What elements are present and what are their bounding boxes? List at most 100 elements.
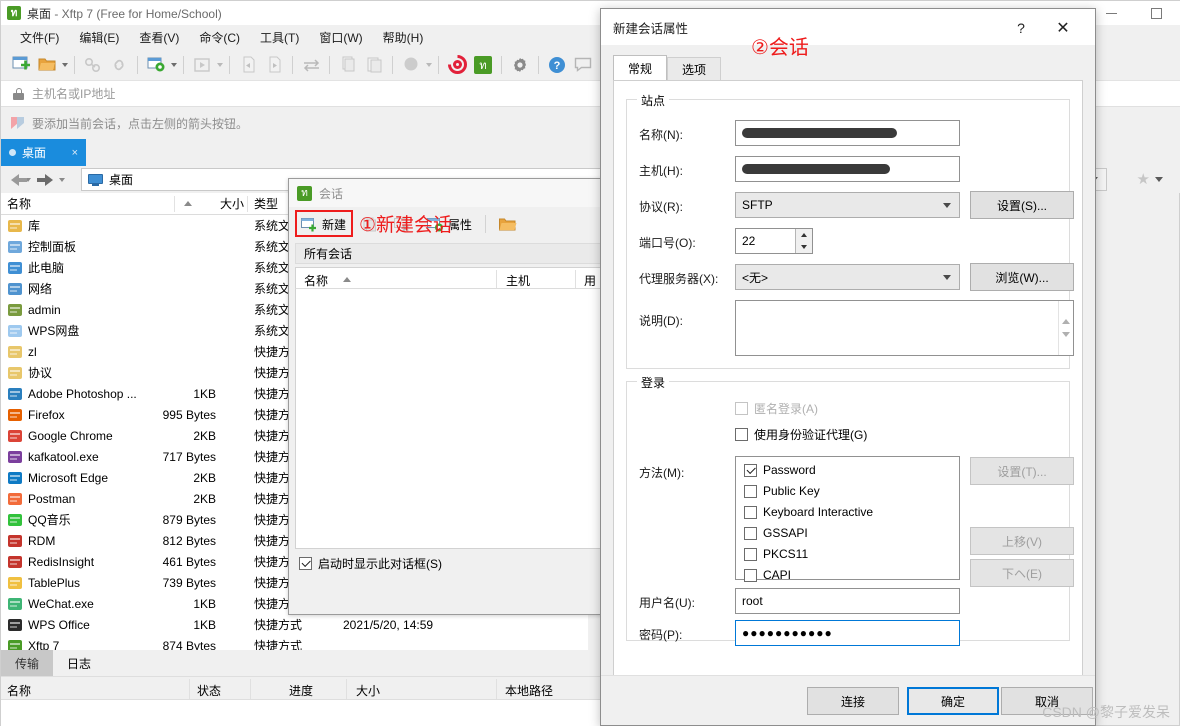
port-label: 端口号(O): (639, 236, 696, 250)
scroll-down-icon[interactable] (1062, 332, 1070, 351)
this-pc-icon (7, 260, 23, 276)
port-spinner[interactable] (795, 229, 812, 253)
menu-tools[interactable]: 工具(T) (251, 26, 308, 49)
method-move-up-button: 上移(V) (970, 527, 1074, 555)
host-input[interactable] (735, 156, 960, 182)
transfer-col-progress[interactable]: 进度 (289, 682, 313, 699)
name-input[interactable] (735, 120, 960, 146)
ok-button[interactable]: 确定 (907, 687, 999, 715)
feedback-icon[interactable] (571, 53, 595, 77)
sort-ascending-icon (184, 201, 192, 206)
menu-view[interactable]: 查看(V) (130, 26, 188, 49)
table-row[interactable]: WPS Office 1KB 快捷方式 2021/5/20, 14:59 (1, 614, 588, 635)
column-header-size[interactable]: 大小 (220, 195, 244, 212)
transfer-col-name[interactable]: 名称 (7, 682, 31, 699)
forward-dropdown-caret[interactable] (59, 177, 65, 182)
port-decrement-button[interactable] (795, 241, 812, 253)
menu-command[interactable]: 命令(C) (190, 26, 249, 49)
proxy-select[interactable]: <无> (735, 264, 960, 290)
lock-icon (13, 87, 24, 100)
transfer-col-status[interactable]: 状态 (197, 682, 221, 699)
xftp-icon[interactable]: ท (471, 53, 495, 77)
kafkatool-icon (7, 449, 23, 465)
column-header-name[interactable]: 名称 (7, 195, 31, 212)
flag-icon (11, 117, 25, 129)
method-item-gssapi[interactable]: GSSAPI (744, 526, 808, 540)
window-controls (1089, 1, 1179, 25)
scroll-up-icon[interactable] (1062, 305, 1070, 324)
show-on-startup-checkbox[interactable]: 启动时显示此对话框(S) (299, 555, 442, 572)
edge-icon (7, 470, 23, 486)
open-folder-dropdown-caret[interactable] (62, 62, 68, 67)
transfer-col-size[interactable]: 大小 (356, 682, 380, 699)
method-item-capi[interactable]: CAPI (744, 568, 791, 582)
maximize-button[interactable] (1134, 1, 1179, 25)
new-transfer-dropdown-caret[interactable] (171, 62, 177, 67)
toolbar-separator (538, 55, 539, 74)
method-item-public-key[interactable]: Public Key (744, 484, 820, 498)
favorites-button[interactable]: ★ (1137, 170, 1163, 188)
protocol-settings-button[interactable]: 设置(S)... (970, 191, 1074, 219)
transfer-list-body[interactable] (1, 700, 601, 726)
username-label: 用户名(U): (639, 596, 695, 610)
tab-desktop[interactable]: 桌面 × (1, 139, 86, 166)
toolbar-separator (392, 55, 393, 74)
method-item-password[interactable]: Password (744, 463, 816, 477)
column-divider (496, 270, 497, 288)
library-folder-icon (7, 218, 23, 234)
description-textarea[interactable] (735, 300, 1074, 356)
dialog-title: 新建会话属性 (613, 21, 689, 36)
dialog-close-button[interactable]: ✕ (1049, 17, 1077, 39)
session-col-name[interactable]: 名称 (304, 272, 328, 289)
dialog-help-button[interactable]: ? (1007, 17, 1035, 39)
menu-window[interactable]: 窗口(W) (310, 26, 371, 49)
file-name: kafkatool.exe (28, 449, 99, 464)
open-folder-icon[interactable] (35, 53, 59, 77)
open-session-folder-button[interactable] (493, 214, 523, 235)
address-input-placeholder[interactable]: 主机名或IP地址 (32, 85, 115, 102)
table-row[interactable]: Xftp 7 874 Bytes 快捷方式 (1, 635, 588, 650)
menu-edit[interactable]: 编辑(E) (70, 26, 128, 49)
settings-gear-icon[interactable] (508, 53, 532, 77)
tab-label: 桌面 (22, 146, 47, 160)
use-auth-agent-checkbox[interactable]: 使用身份验证代理(G) (735, 426, 867, 443)
description-scrollbar[interactable] (1058, 301, 1073, 355)
method-item-keyboard-interactive[interactable]: Keyboard Interactive (744, 505, 873, 519)
file-name: 此电脑 (28, 261, 65, 275)
back-button[interactable] (11, 173, 35, 186)
xshell-icon[interactable] (445, 53, 469, 77)
tab-options[interactable]: 选项 (667, 57, 722, 81)
chevron-down-icon (943, 202, 951, 208)
help-icon[interactable]: ? (545, 53, 569, 77)
connect-button[interactable]: 连接 (807, 687, 899, 715)
firefox-icon (7, 407, 23, 423)
file-name: Firefox (28, 407, 65, 422)
toolbar-separator (292, 55, 293, 74)
protocol-select[interactable]: SFTP (735, 192, 960, 218)
auth-method-list[interactable]: Password Public Key Keyboard Interactive… (735, 456, 960, 582)
new-transfer-icon[interactable] (144, 53, 168, 77)
tab-log[interactable]: 日志 (53, 650, 105, 676)
menu-file[interactable]: 文件(F) (11, 26, 68, 49)
port-input[interactable]: 22 (735, 228, 813, 254)
tab-transfer[interactable]: 传输 (1, 650, 54, 676)
forward-button[interactable] (37, 173, 69, 186)
username-input[interactable]: root (735, 588, 960, 614)
menu-help[interactable]: 帮助(H) (374, 26, 433, 49)
file-name: WPS网盘 (28, 324, 80, 338)
tableplus-icon (7, 575, 23, 591)
port-increment-button[interactable] (795, 229, 812, 241)
all-sessions-breadcrumb[interactable]: 所有会话 (295, 243, 601, 264)
toolbar-separator (229, 55, 230, 74)
tab-general[interactable]: 常规 (613, 55, 668, 81)
tab-close-icon[interactable]: × (72, 147, 78, 159)
new-session-icon[interactable] (9, 53, 33, 77)
method-item-pkcs11[interactable]: PKCS11 (744, 547, 808, 561)
proxy-browse-button[interactable]: 浏览(W)... (970, 263, 1074, 291)
caret-down-icon (801, 245, 807, 249)
column-header-type[interactable]: 类型 (254, 195, 278, 212)
transfer-col-localpath[interactable]: 本地路径 (505, 682, 553, 699)
session-list-body[interactable] (295, 289, 601, 549)
session-col-host[interactable]: 主机 (506, 272, 530, 289)
password-input[interactable]: ●●●●●●●●●●● (735, 620, 960, 646)
